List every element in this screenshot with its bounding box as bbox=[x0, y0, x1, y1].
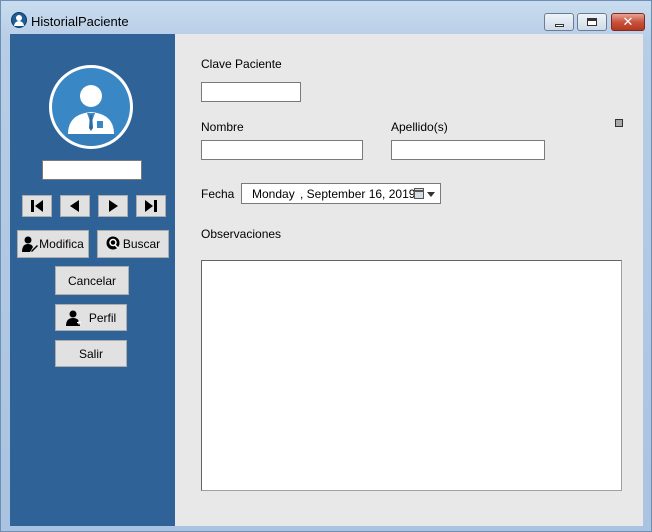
fecha-date: , September 16, 2019 bbox=[300, 187, 416, 201]
buscar-button[interactable]: Buscar bbox=[97, 230, 169, 258]
last-record-icon bbox=[145, 200, 157, 212]
buscar-label: Buscar bbox=[122, 237, 161, 251]
fecha-label: Fecha bbox=[201, 187, 235, 201]
first-record-button[interactable] bbox=[22, 195, 52, 217]
fecha-datepicker[interactable]: Monday , September 16, 2019 bbox=[241, 183, 441, 204]
first-record-icon bbox=[31, 200, 43, 212]
minimize-button[interactable] bbox=[544, 13, 574, 31]
small-indicator-box bbox=[615, 119, 623, 127]
next-record-button[interactable] bbox=[98, 195, 128, 217]
observaciones-textarea[interactable] bbox=[201, 260, 622, 491]
dropdown-arrow-icon[interactable] bbox=[427, 192, 435, 197]
sidebar: Modifica Buscar Cancelar Perfil Salir bbox=[10, 34, 175, 526]
salir-label: Salir bbox=[78, 346, 103, 361]
calendar-icon[interactable] bbox=[414, 188, 424, 199]
client-area: Modifica Buscar Cancelar Perfil Salir Cl… bbox=[10, 34, 643, 526]
cancelar-label: Cancelar bbox=[67, 273, 117, 288]
search-icon bbox=[106, 236, 122, 252]
modifica-button[interactable]: Modifica bbox=[17, 230, 89, 258]
perfil-button[interactable]: Perfil bbox=[55, 304, 127, 331]
previous-record-icon bbox=[70, 200, 79, 212]
nombre-input[interactable] bbox=[201, 140, 363, 160]
modifica-label: Modifica bbox=[39, 237, 84, 251]
edit-user-icon bbox=[22, 236, 39, 252]
window-title: HistorialPaciente bbox=[31, 14, 129, 29]
user-profile-icon bbox=[65, 310, 82, 326]
title-bar[interactable]: HistorialPaciente bbox=[1, 1, 651, 33]
previous-record-button[interactable] bbox=[60, 195, 90, 217]
maximize-button[interactable] bbox=[577, 13, 607, 31]
clave-paciente-label: Clave Paciente bbox=[201, 57, 282, 71]
apellido-input[interactable] bbox=[391, 140, 545, 160]
doctor-avatar-icon bbox=[49, 65, 133, 149]
close-button[interactable] bbox=[611, 13, 645, 31]
perfil-label: Perfil bbox=[88, 310, 117, 325]
last-record-button[interactable] bbox=[136, 195, 166, 217]
patient-key-display[interactable] bbox=[42, 160, 142, 180]
next-record-icon bbox=[109, 200, 118, 212]
nombre-label: Nombre bbox=[201, 120, 244, 134]
apellido-label: Apellido(s) bbox=[391, 120, 448, 134]
clave-paciente-input[interactable] bbox=[201, 82, 301, 102]
salir-button[interactable]: Salir bbox=[55, 340, 127, 367]
observaciones-label: Observaciones bbox=[201, 227, 282, 241]
window: HistorialPaciente ✕ Modifica Buscar Canc… bbox=[0, 0, 652, 532]
fecha-day: Monday bbox=[252, 187, 295, 201]
cancelar-button[interactable]: Cancelar bbox=[55, 266, 129, 295]
patient-app-icon bbox=[11, 12, 27, 28]
